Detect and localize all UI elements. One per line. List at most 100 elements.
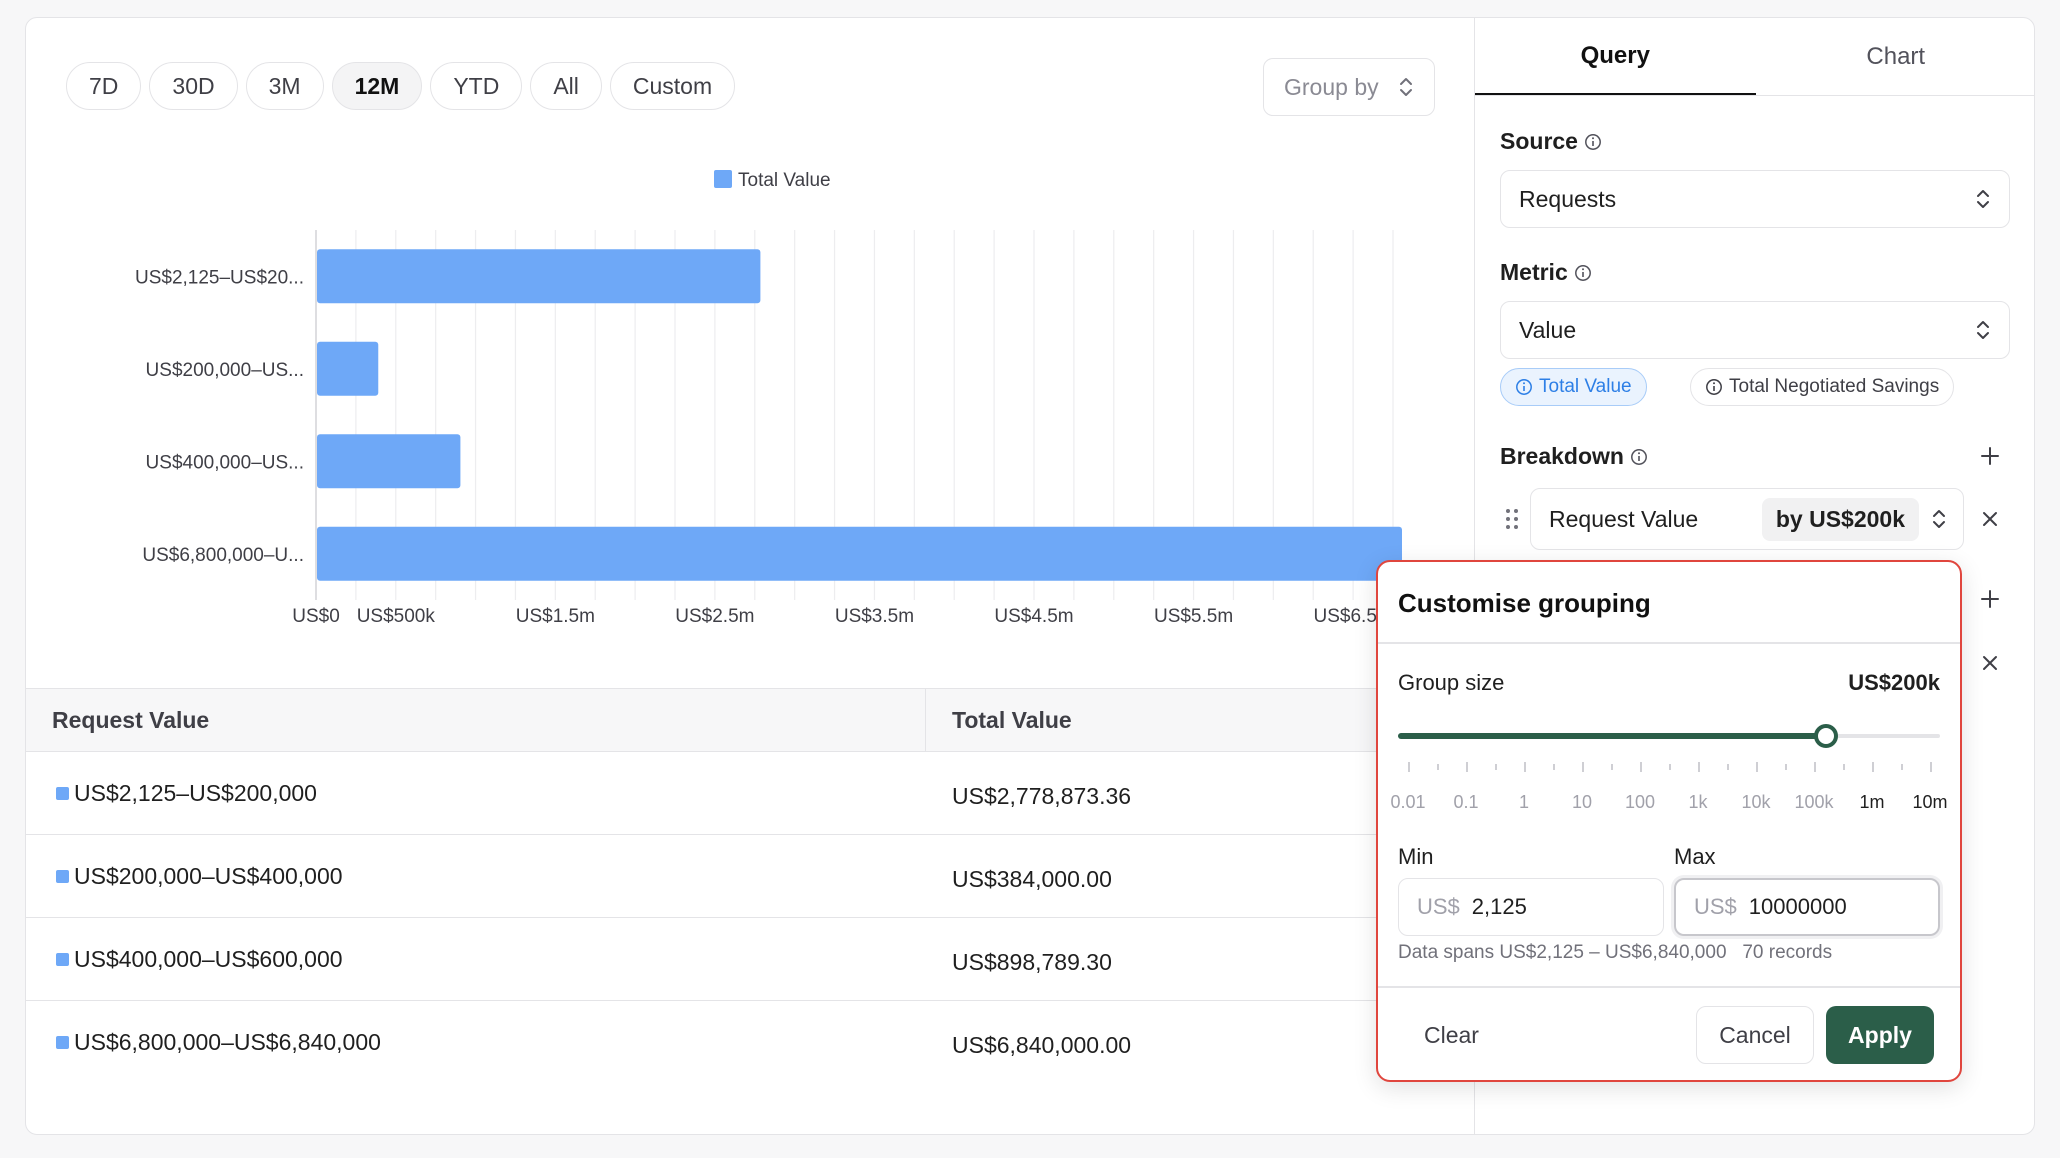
x-tick-label: US$0 — [292, 606, 340, 627]
bar — [317, 434, 461, 489]
customise-grouping-popover: Customise grouping Group size US$200k 0.… — [1376, 560, 1962, 1082]
range-tab-custom[interactable]: Custom — [609, 62, 736, 110]
group-size-slider[interactable] — [1398, 724, 1940, 748]
row-total-cell: US$2,778,873.36 — [952, 782, 1132, 809]
series-swatch — [56, 869, 69, 883]
row-range-text: US$200,000–US$400,000 — [74, 862, 343, 889]
series-swatch — [56, 952, 69, 966]
add-item-button[interactable] — [1975, 584, 2005, 614]
data-span-hint: Data spans US$2,125 – US$6,840,000 70 re… — [1398, 942, 1833, 963]
slider-tick — [1466, 762, 1468, 772]
currency-prefix: US$ — [1417, 894, 1460, 919]
chevron-updown-icon — [1398, 75, 1414, 99]
slider-tick — [1408, 762, 1410, 772]
min-value: 2,125 — [1471, 894, 1527, 919]
row-total-cell: US$384,000.00 — [952, 865, 1112, 892]
min-field[interactable]: US$ 2,125 — [1398, 878, 1664, 936]
slider-tick — [1901, 764, 1903, 770]
series-swatch — [56, 1036, 69, 1049]
slider-tick — [1814, 762, 1816, 772]
bar-chart: Total Value US$2,125–US$20... US$200,000–U… — [135, 170, 1402, 627]
table-row: US$200,000–US$400,000 US$384,000.00 — [26, 835, 1474, 918]
scale-label: 0.1 — [1453, 792, 1479, 812]
range-tab-12m[interactable]: 12M — [331, 62, 423, 110]
chevron-updown-icon — [1975, 318, 1991, 342]
row-range-text: US$6,800,000–US$6,840,000 — [74, 1029, 381, 1055]
remove-breakdown-button[interactable] — [1975, 504, 2005, 534]
slider-tick — [1669, 764, 1671, 770]
slider-tick — [1524, 762, 1526, 772]
drag-handle-icon[interactable] — [1505, 508, 1519, 535]
column-header-total-value[interactable]: Total Value — [926, 689, 1072, 751]
max-field[interactable]: US$ 10000000 — [1674, 878, 1940, 936]
add-breakdown-button[interactable] — [1975, 441, 2005, 471]
series-swatch — [56, 786, 69, 800]
scale-label: 10m — [1912, 792, 1948, 812]
scale-label: 1 — [1518, 792, 1530, 812]
cancel-button[interactable]: Cancel — [1696, 1006, 1814, 1064]
apply-button[interactable]: Apply — [1826, 1006, 1934, 1064]
info-icon — [1706, 379, 1722, 395]
breakdown-select[interactable]: Request Value by US$200k — [1530, 488, 1964, 550]
scale-label: 100k — [1794, 792, 1834, 812]
range-tab-30d[interactable]: 30D — [149, 62, 238, 110]
tab-chart[interactable]: Chart — [1756, 18, 2035, 95]
chart-area: 7D 30D 3M 12M YTD All Custom Group by To… — [26, 18, 1474, 1134]
slider-tick — [1756, 762, 1758, 772]
max-value: 10000000 — [1748, 894, 1847, 919]
row-range-text: US$2,125–US$200,000 — [74, 779, 317, 806]
scale-label: 100 — [1624, 792, 1656, 812]
min-label: Min — [1398, 844, 1434, 869]
max-label: Max — [1674, 844, 1716, 869]
source-value: Requests — [1519, 185, 1617, 212]
metric-chip-total-value[interactable]: Total Value — [1500, 368, 1647, 406]
table-row: US$400,000–US$600,000 US$898,789.30 — [26, 918, 1474, 1001]
popover-title: Customise grouping — [1398, 588, 1651, 618]
y-tick-label: US$6,800,000–U... — [142, 545, 304, 566]
scale-label: 10k — [1741, 792, 1771, 812]
range-tab-all[interactable]: All — [530, 62, 602, 110]
row-range-cell: US$6,800,000–US$6,840,000 — [26, 1001, 926, 1084]
slider-tick — [1785, 764, 1787, 770]
breakdown-label-row: Breakdown — [1500, 443, 1648, 470]
metric-select[interactable]: Value — [1500, 301, 2010, 359]
chevron-updown-icon — [1931, 507, 1947, 531]
info-icon[interactable] — [1630, 448, 1648, 466]
column-header-request-value[interactable]: Request Value — [26, 689, 926, 751]
row-total-cell: US$6,840,000.00 — [952, 1032, 1132, 1058]
group-size-value: US$200k — [1848, 670, 1940, 695]
row-range-text: US$400,000–US$600,000 — [74, 945, 343, 972]
range-tab-ytd[interactable]: YTD — [430, 62, 523, 110]
info-icon[interactable] — [1584, 133, 1602, 151]
x-tick-label: US$3.5m — [835, 606, 914, 627]
info-icon[interactable] — [1574, 264, 1592, 282]
slider-thumb[interactable] — [1814, 724, 1839, 748]
source-select[interactable]: Requests — [1500, 170, 2010, 228]
tab-query[interactable]: Query — [1475, 18, 1756, 95]
slider-tick — [1930, 762, 1932, 772]
scale-label: 1k — [1688, 792, 1708, 812]
scale-label: 0.01 — [1390, 792, 1426, 812]
slider-tick — [1582, 762, 1584, 772]
group-by-select[interactable]: Group by — [1263, 58, 1435, 116]
metric-chip-negotiated-savings[interactable]: Total Negotiated Savings — [1690, 368, 1955, 406]
bar — [317, 249, 761, 304]
scale-label: 1m — [1859, 792, 1885, 812]
range-tab-7d[interactable]: 7D — [66, 62, 142, 110]
metric-label: Metric — [1500, 259, 1568, 285]
legend-swatch — [714, 170, 732, 188]
slider-tick — [1611, 764, 1613, 770]
close-icon — [1983, 656, 1997, 670]
breakdown-field: Request Value — [1549, 505, 1699, 532]
slider-tick — [1843, 764, 1845, 770]
chip-label: Total Value — [1539, 376, 1632, 397]
range-tab-3m[interactable]: 3M — [245, 62, 324, 110]
remove-item-button[interactable] — [1975, 648, 2005, 678]
panel-tabs: Query Chart — [1475, 18, 2035, 96]
clear-button[interactable]: Clear — [1424, 1022, 1479, 1049]
group-size-badge[interactable]: by US$200k — [1761, 497, 1919, 541]
group-by-placeholder: Group by — [1284, 73, 1379, 100]
slider-scale: 0.01 0.1 1 10 100 1k 10k 100k 1m 10m — [1390, 792, 1947, 816]
group-size-label: Group size — [1398, 670, 1505, 695]
slider-tick — [1698, 762, 1700, 772]
